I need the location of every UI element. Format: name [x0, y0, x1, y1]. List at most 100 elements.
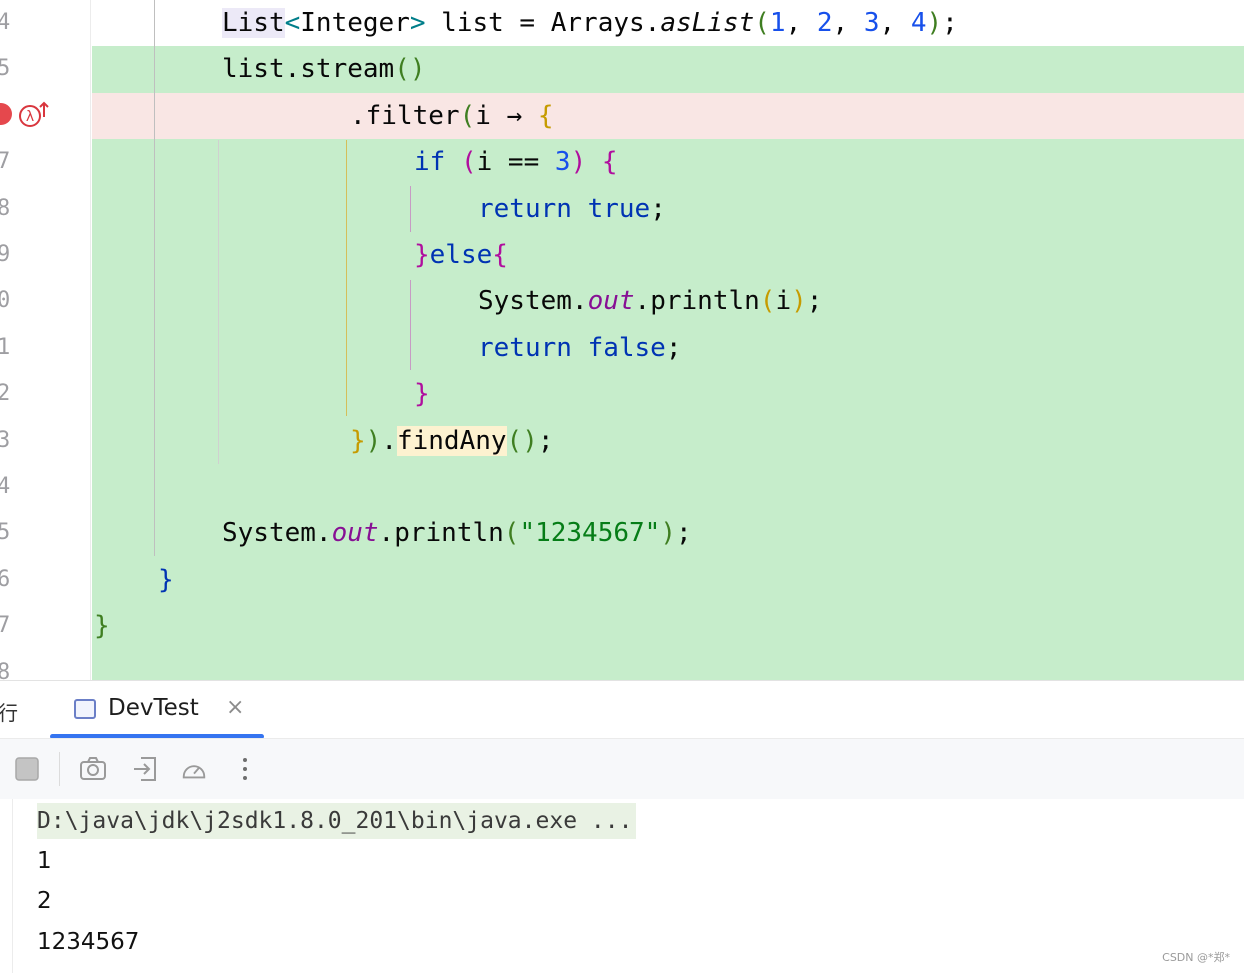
code-line[interactable]: }: [158, 557, 174, 603]
code-token: .: [381, 425, 397, 456]
gutter-separator: [90, 0, 91, 680]
code-token: }: [414, 379, 430, 410]
code-token: findAny: [396, 425, 507, 456]
code-line[interactable]: return true;: [478, 186, 666, 232]
code-token: ): [791, 286, 807, 317]
code-token: asList: [660, 8, 755, 38]
code-token: out: [587, 286, 635, 317]
code-line[interactable]: }).findAny();: [350, 418, 554, 464]
code-line[interactable]: List<Integer> list = Arrays.asList(1, 2,…: [222, 0, 958, 46]
code-token: 3: [554, 147, 571, 178]
code-token: ;: [665, 332, 682, 363]
code-token: ,: [785, 8, 817, 38]
line-number[interactable]: 0: [0, 278, 10, 324]
speedometer-icon[interactable]: [180, 755, 208, 783]
code-line[interactable]: }: [414, 371, 430, 417]
code-token: >: [409, 8, 426, 38]
line-number[interactable]: 7: [0, 139, 10, 185]
code-line[interactable]: .filter(i → {: [350, 93, 554, 139]
code-token: if: [414, 147, 461, 178]
code-line[interactable]: if (i == 3) {: [414, 139, 618, 185]
code-token: (: [503, 518, 520, 549]
code-token: (: [754, 8, 770, 38]
console-command-line[interactable]: D:\java\jdk\j2sdk1.8.0_201\bin\java.exe …: [37, 803, 637, 839]
code-token: i ==: [476, 147, 555, 178]
run-config-icon: [74, 699, 96, 719]
run-tool-window-header: 行 DevTest ×: [0, 680, 1244, 739]
toolbar-separator: [59, 752, 60, 786]
indent-guide: [218, 140, 219, 464]
code-token: .println: [634, 286, 760, 317]
close-icon[interactable]: ×: [226, 695, 244, 720]
code-token: i: [775, 286, 792, 317]
line-number[interactable]: 8: [0, 186, 10, 232]
code-token: ;: [675, 518, 692, 549]
code-token: out: [331, 518, 379, 549]
run-tool-window-label[interactable]: 行: [0, 697, 18, 726]
code-token: (: [460, 147, 477, 178]
code-token: .println: [378, 518, 504, 549]
code-token: }: [414, 240, 430, 270]
code-token: {: [492, 240, 508, 270]
code-token: return false: [478, 332, 666, 363]
code-token: list = Arrays.: [425, 8, 661, 38]
console-output-line: 1: [37, 848, 52, 874]
stop-icon[interactable]: [13, 755, 41, 783]
code-token: <: [284, 8, 301, 38]
code-line[interactable]: System.out.println(i);: [478, 278, 822, 324]
line-number[interactable]: 2: [0, 371, 10, 417]
indent-guide: [346, 140, 347, 416]
code-token: 3: [863, 8, 880, 38]
code-token: (): [394, 54, 426, 85]
code-line[interactable]: }: [94, 603, 110, 649]
console-gutter-separator: [12, 799, 13, 973]
exit-icon[interactable]: [131, 755, 159, 783]
code-token: 1: [769, 8, 786, 38]
code-token: i →: [475, 100, 538, 131]
code-line[interactable]: return false;: [478, 325, 682, 371]
breakpoint-line-highlight: [92, 93, 1244, 139]
code-token: ;: [650, 193, 666, 224]
more-vertical-icon[interactable]: [231, 755, 259, 783]
code-token: (: [759, 286, 776, 317]
code-token: System.: [478, 286, 588, 317]
code-token: ,: [832, 8, 864, 38]
code-line[interactable]: list.stream(): [222, 46, 426, 92]
code-token: ): [926, 8, 943, 38]
code-editor[interactable]: 456789012345678 λ List<Integer> list = A…: [0, 0, 1244, 680]
lambda-breakpoint-icon[interactable]: λ: [18, 100, 50, 130]
code-line[interactable]: System.out.println("1234567");: [222, 510, 692, 556]
line-number[interactable]: 8: [0, 650, 10, 680]
line-number[interactable]: 4: [0, 0, 10, 46]
code-token: }: [158, 564, 174, 595]
code-token: Integer: [300, 8, 410, 38]
svg-text:λ: λ: [26, 109, 34, 125]
code-token: else: [429, 240, 493, 270]
code-token: ;: [806, 286, 823, 317]
line-number[interactable]: 7: [0, 603, 10, 649]
line-number[interactable]: 6: [0, 557, 10, 603]
run-toolbar: [0, 738, 1244, 800]
code-token: "1234567": [519, 518, 661, 549]
code-token: ;: [537, 425, 554, 456]
line-number[interactable]: 9: [0, 232, 10, 278]
code-line[interactable]: }else{: [414, 232, 508, 278]
camera-icon[interactable]: [79, 755, 107, 783]
code-token: 2: [816, 8, 833, 38]
code-token: }: [350, 425, 366, 456]
code-token: ): [660, 518, 676, 549]
line-number[interactable]: 3: [0, 418, 10, 464]
console-output[interactable]: D:\java\jdk\j2sdk1.8.0_201\bin\java.exe …: [0, 799, 1244, 973]
line-number[interactable]: 4: [0, 464, 10, 510]
indent-guide: [410, 186, 411, 232]
line-number[interactable]: 5: [0, 510, 10, 556]
code-token: {: [537, 100, 554, 131]
code-token: return true: [478, 193, 651, 224]
line-number[interactable]: 1: [0, 325, 10, 371]
code-token: .filter: [350, 100, 460, 131]
tab-title: DevTest: [108, 695, 199, 721]
line-number[interactable]: 5: [0, 46, 10, 92]
indent-guide: [410, 280, 411, 370]
tab-devtest[interactable]: DevTest ×: [50, 681, 264, 739]
watermark: CSDN @*郑*: [1162, 951, 1230, 964]
